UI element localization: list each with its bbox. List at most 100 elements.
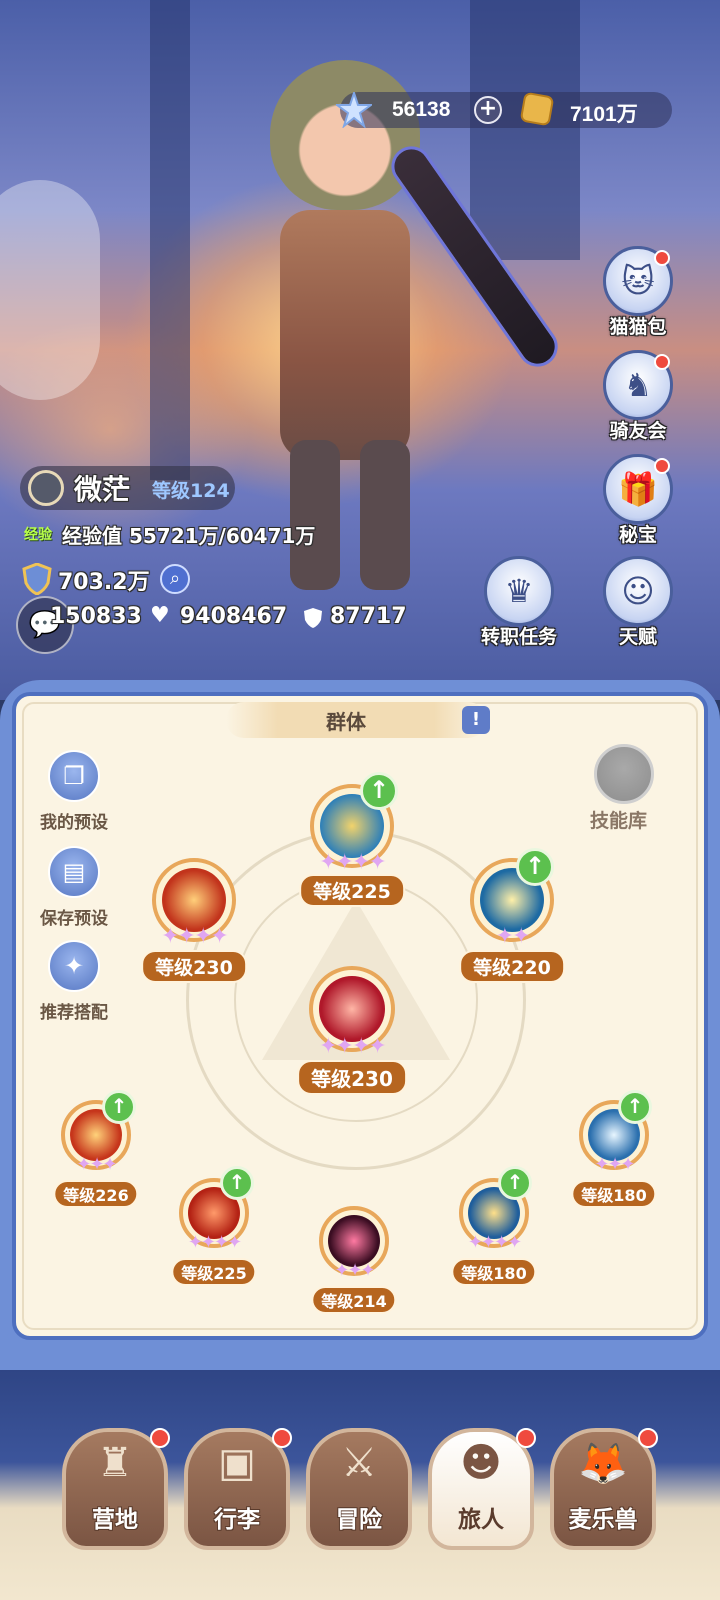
skill-stars: ✦✦✦✦	[319, 1034, 387, 1059]
nav-camp-label: 营地	[92, 1507, 138, 1533]
save-preset-label: 保存预设	[40, 909, 108, 929]
info-book-icon[interactable]: !	[462, 706, 490, 734]
side-cat-bag-label: 猫猫包	[609, 316, 667, 338]
defense-shield-icon	[304, 608, 322, 628]
skill-level: 等级220	[459, 950, 565, 983]
skill-level: 等级230	[297, 1060, 407, 1095]
background-pillar	[470, 0, 580, 260]
nav-pet-label: 麦乐兽	[568, 1507, 638, 1533]
skill-stars: ✦✦✦✦	[187, 1232, 242, 1253]
skill-level: 等级226	[53, 1180, 139, 1208]
upgrade-arrow-icon[interactable]: ↑	[220, 1166, 254, 1200]
nav-adventure-tab[interactable]: ⚔ 冒险	[306, 1428, 412, 1550]
gold-count: 7101万	[570, 103, 638, 126]
hp-stat: 9408467	[180, 604, 288, 629]
attack-stat: 150833	[50, 604, 142, 629]
recommend-setup-label: 推荐搭配	[40, 1003, 108, 1023]
background-pillar	[150, 0, 190, 480]
castle-icon: ♜	[97, 1440, 133, 1486]
side-riders-club-label: 骑友会	[609, 420, 667, 442]
skill-level: 等级180	[451, 1258, 537, 1286]
character-model	[250, 60, 440, 590]
player-name: 微茫	[74, 473, 131, 506]
nav-traveler-tab[interactable]: ☻ 旅人	[428, 1428, 536, 1550]
preset-cards-icon: ❐	[48, 750, 100, 802]
skill-stars: ✦✦	[495, 924, 531, 949]
compass-badge-icon	[28, 470, 64, 506]
crown-icon: ♛	[484, 556, 554, 626]
recommend-icon: ✦	[48, 940, 100, 992]
exp-tag: 经验	[24, 527, 52, 543]
defense-stat: 87717	[330, 604, 407, 629]
traveler-portrait-icon: ☻	[460, 1440, 502, 1486]
my-presets-button[interactable]: ❐ 我的预设	[24, 750, 124, 833]
passive-slot-3[interactable]: ✦✦✦ 等级214	[310, 1206, 398, 1314]
crossed-swords-icon: ⚔	[341, 1440, 377, 1486]
nav-camp-tab[interactable]: ♜ 营地	[62, 1428, 170, 1550]
notification-dot	[272, 1428, 292, 1448]
skill-level: 等级225	[299, 874, 405, 907]
add-gems-button[interactable]: +	[474, 96, 502, 124]
combat-power: 703.2万	[58, 570, 150, 595]
skill-stars: ✦✦✦✦	[319, 850, 387, 875]
upgrade-arrow-icon[interactable]: ↑	[516, 848, 554, 886]
gem-count: 56138	[392, 98, 451, 121]
side-cat-bag-button[interactable]: 🐱 猫猫包	[600, 246, 676, 339]
my-presets-label: 我的预设	[40, 813, 108, 833]
skill-stars: ✦✦✦	[594, 1154, 635, 1175]
recommend-setup-button[interactable]: ✦ 推荐搭配	[24, 940, 124, 1023]
snow-bubble-decoration	[0, 180, 100, 400]
exp-value: 经验值 55721万/60471万	[62, 524, 316, 548]
upgrade-arrow-icon[interactable]: ↑	[102, 1090, 136, 1124]
notification-dot	[654, 458, 670, 474]
notification-dot	[654, 250, 670, 266]
talent-label: 天赋	[618, 626, 657, 648]
skill-stars: ✦✦✦✦	[467, 1232, 522, 1253]
notification-dot	[150, 1428, 170, 1448]
side-treasure-button[interactable]: 🎁 秘宝	[600, 454, 676, 547]
skill-library-label: 技能库	[590, 810, 648, 832]
character-leg	[290, 440, 340, 590]
nav-luggage-tab[interactable]: ▣ 行李	[184, 1428, 292, 1550]
nav-luggage-label: 行李	[214, 1507, 260, 1533]
heart-icon: ♥	[150, 603, 170, 628]
job-quest-label: 转职任务	[480, 626, 557, 648]
character-leg	[360, 440, 410, 590]
side-riders-club-button[interactable]: ♞ 骑友会	[600, 350, 676, 443]
gold-coin-icon	[519, 91, 555, 127]
skill-library-button[interactable]	[594, 744, 654, 804]
upgrade-arrow-icon[interactable]: ↑	[618, 1090, 652, 1124]
nav-traveler-label: 旅人	[458, 1507, 504, 1533]
star-gem-icon	[336, 92, 372, 128]
skill-stars: ✦✦✦	[76, 1154, 117, 1175]
character-torso	[280, 210, 410, 460]
skill-level: 等级214	[311, 1286, 397, 1314]
talent-button[interactable]: ☺ 天赋	[600, 556, 676, 649]
side-treasure-label: 秘宝	[618, 524, 657, 546]
skill-level: 等级230	[141, 950, 247, 983]
save-disk-icon: ▤	[48, 846, 100, 898]
notification-dot	[638, 1428, 658, 1448]
skill-level: 等级225	[171, 1258, 257, 1286]
luggage-icon: ▣	[218, 1440, 256, 1486]
skill-trident-icon	[319, 976, 385, 1042]
notification-dot	[516, 1428, 536, 1448]
skill-level: 等级180	[571, 1180, 657, 1208]
player-level: 等级124	[152, 480, 230, 502]
upgrade-arrow-icon[interactable]: ↑	[360, 772, 398, 810]
skill-slot-left[interactable]: ✦✦✦✦ 等级230	[141, 858, 247, 983]
skill-group-tab-label: 群体	[326, 710, 366, 734]
nav-pet-tab[interactable]: 🦊 麦乐兽	[550, 1428, 658, 1550]
character-head	[270, 60, 420, 210]
job-quest-button[interactable]: ♛ 转职任务	[476, 556, 562, 649]
skill-slot-center[interactable]: ✦✦✦✦ 等级230	[297, 966, 407, 1095]
skill-fire-slash-icon	[162, 868, 226, 932]
notification-dot	[654, 354, 670, 370]
upgrade-arrow-icon[interactable]: ↑	[498, 1166, 532, 1200]
power-details-search-icon[interactable]: ⌕	[160, 564, 190, 594]
skill-stars: ✦✦✦✦	[161, 924, 229, 949]
shield-power-icon	[22, 563, 52, 595]
skill-stars: ✦✦✦	[334, 1260, 375, 1281]
save-preset-button[interactable]: ▤ 保存预设	[24, 846, 124, 929]
pet-fox-icon: 🦊	[578, 1441, 628, 1487]
